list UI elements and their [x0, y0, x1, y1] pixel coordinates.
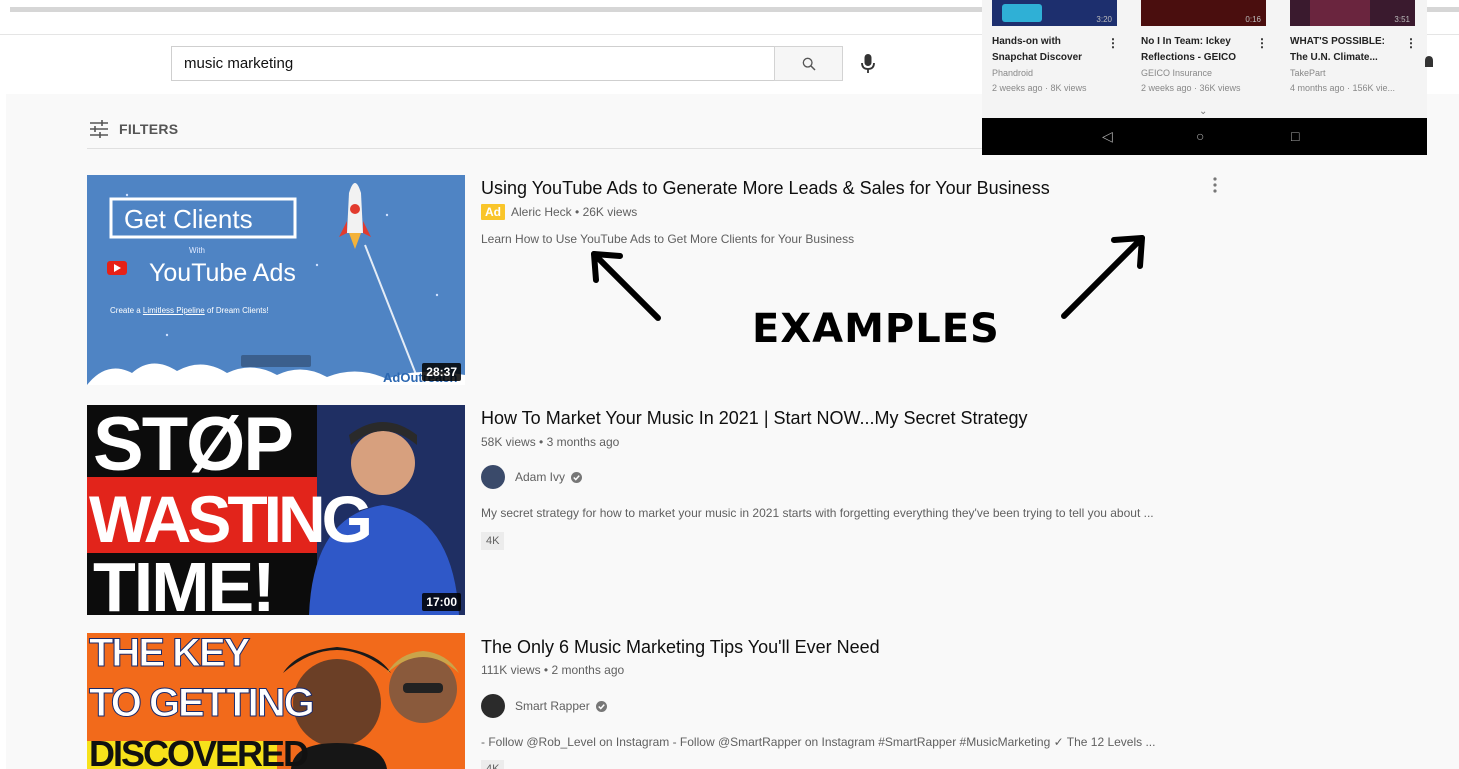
- video-meta-2: 58K views • 3 months ago: [481, 435, 620, 449]
- thumb-line-3: DISCOVERED: [89, 733, 309, 769]
- arrow-up-left-icon: [591, 251, 661, 321]
- channel-link-2[interactable]: Adam Ivy: [481, 465, 583, 489]
- mobile-channel: GEICO Insurance: [1141, 68, 1213, 78]
- video-title-2[interactable]: How To Market Your Music In 2021 | Start…: [481, 408, 1028, 429]
- mobile-meta: 2 weeks ago · 8K views: [992, 83, 1087, 93]
- thumb-line-3: TIME!: [93, 548, 276, 615]
- thumb-line-2: TO GETTING: [89, 681, 316, 726]
- mobile-channel: TakePart: [1290, 68, 1326, 78]
- more-actions-button[interactable]: [1205, 173, 1225, 197]
- filters-icon: [90, 120, 108, 138]
- home-nav-icon[interactable]: ○: [1196, 128, 1204, 144]
- recents-nav-icon[interactable]: □: [1291, 128, 1299, 144]
- thumb-tagline: Create a Limitless Pipeline of Dream Cli…: [110, 306, 269, 315]
- avatar: [481, 465, 505, 489]
- avatar: [481, 694, 505, 718]
- quality-badge: 4K: [481, 760, 505, 769]
- filters-label: FILTERS: [119, 121, 179, 137]
- video-title-3[interactable]: The Only 6 Music Marketing Tips You'll E…: [481, 637, 880, 658]
- video-description-2: My secret strategy for how to market you…: [481, 506, 1154, 520]
- video-thumbnail-1[interactable]: Get Clients With YouTube Ads Create a Li…: [87, 175, 465, 385]
- mobile-thumbnail: 3:20: [992, 0, 1117, 26]
- video-thumbnail-2[interactable]: STØP WASTING TIME! 17:00: [87, 405, 465, 615]
- notification-icon[interactable]: [1424, 55, 1434, 71]
- search-input[interactable]: [171, 46, 774, 81]
- mobile-thumbnail: 0:16: [1141, 0, 1266, 26]
- mobile-screenshot-inset: 3:20 Hands-on with Snapchat Discover Phan…: [982, 0, 1427, 155]
- video-meta-1: Ad Aleric Heck • 26K views: [481, 204, 637, 220]
- video-duration: 28:37: [422, 363, 461, 381]
- more-vert-icon[interactable]: ⋮: [1405, 36, 1417, 50]
- video-thumbnail-3[interactable]: THE KEY TO GETTING DISCOVERED: [87, 633, 465, 769]
- arrow-up-right-icon: [1061, 235, 1145, 319]
- upload-age: 2 months ago: [551, 663, 625, 677]
- search-button[interactable]: [774, 46, 843, 81]
- mobile-duration: 0:16: [1245, 15, 1261, 24]
- mobile-duration: 3:51: [1394, 15, 1410, 24]
- mobile-channel: Phandroid: [992, 68, 1034, 78]
- voice-search-button[interactable]: [854, 50, 882, 78]
- video-description-1: Learn How to Use YouTube Ads to Get More…: [481, 232, 855, 246]
- back-nav-icon[interactable]: ◁: [1102, 128, 1113, 145]
- verified-icon: [595, 700, 607, 712]
- more-vert-icon[interactable]: ⋮: [1256, 36, 1268, 50]
- mobile-duration: 3:20: [1096, 15, 1112, 24]
- more-vert-icon: [1213, 177, 1217, 193]
- mobile-meta: 2 weeks ago · 36K views: [1141, 83, 1241, 93]
- view-count: 26K views: [582, 205, 638, 219]
- thumb-line-1: STØP: [93, 405, 294, 487]
- thumb-with: With: [189, 246, 205, 255]
- thumb-line-1: THE KEY: [88, 633, 250, 676]
- thumb-brand: YouTube Ads: [149, 259, 296, 287]
- mobile-thumbnail: 3:51: [1290, 0, 1415, 26]
- video-meta-3: 111K views • 2 months ago: [481, 663, 625, 677]
- mic-icon: [861, 54, 875, 73]
- chevron-down-icon[interactable]: ⌄: [1199, 106, 1207, 117]
- search-icon: [802, 57, 816, 71]
- quality-badge: 4K: [481, 532, 505, 550]
- verified-icon: [571, 471, 583, 483]
- examples-annotation: EXAMPLES: [752, 306, 1000, 352]
- ad-badge: Ad: [481, 204, 505, 220]
- video-title-1[interactable]: Using YouTube Ads to Generate More Leads…: [481, 178, 1050, 199]
- channel-name[interactable]: Aleric Heck: [511, 205, 572, 219]
- filters-button[interactable]: FILTERS: [89, 119, 178, 139]
- thumb-headline: Get Clients: [124, 204, 253, 234]
- video-description-3: - Follow @Rob_Level on Instagram - Follo…: [481, 735, 1156, 749]
- channel-name: Adam Ivy: [515, 470, 566, 484]
- android-nav-bar: ◁ ○ □: [982, 118, 1427, 155]
- search-bar: [171, 46, 843, 81]
- more-vert-icon[interactable]: ⋮: [1107, 36, 1119, 50]
- view-count: 111K views: [481, 663, 541, 677]
- upload-age: 3 months ago: [546, 435, 620, 449]
- video-duration: 17:00: [422, 593, 461, 611]
- view-count: 58K views: [481, 435, 536, 449]
- channel-link-3[interactable]: Smart Rapper: [481, 694, 607, 718]
- channel-name: Smart Rapper: [515, 699, 590, 713]
- thumb-line-2: WASTING: [89, 482, 373, 556]
- mobile-meta: 4 months ago · 156K vie...: [1290, 83, 1396, 93]
